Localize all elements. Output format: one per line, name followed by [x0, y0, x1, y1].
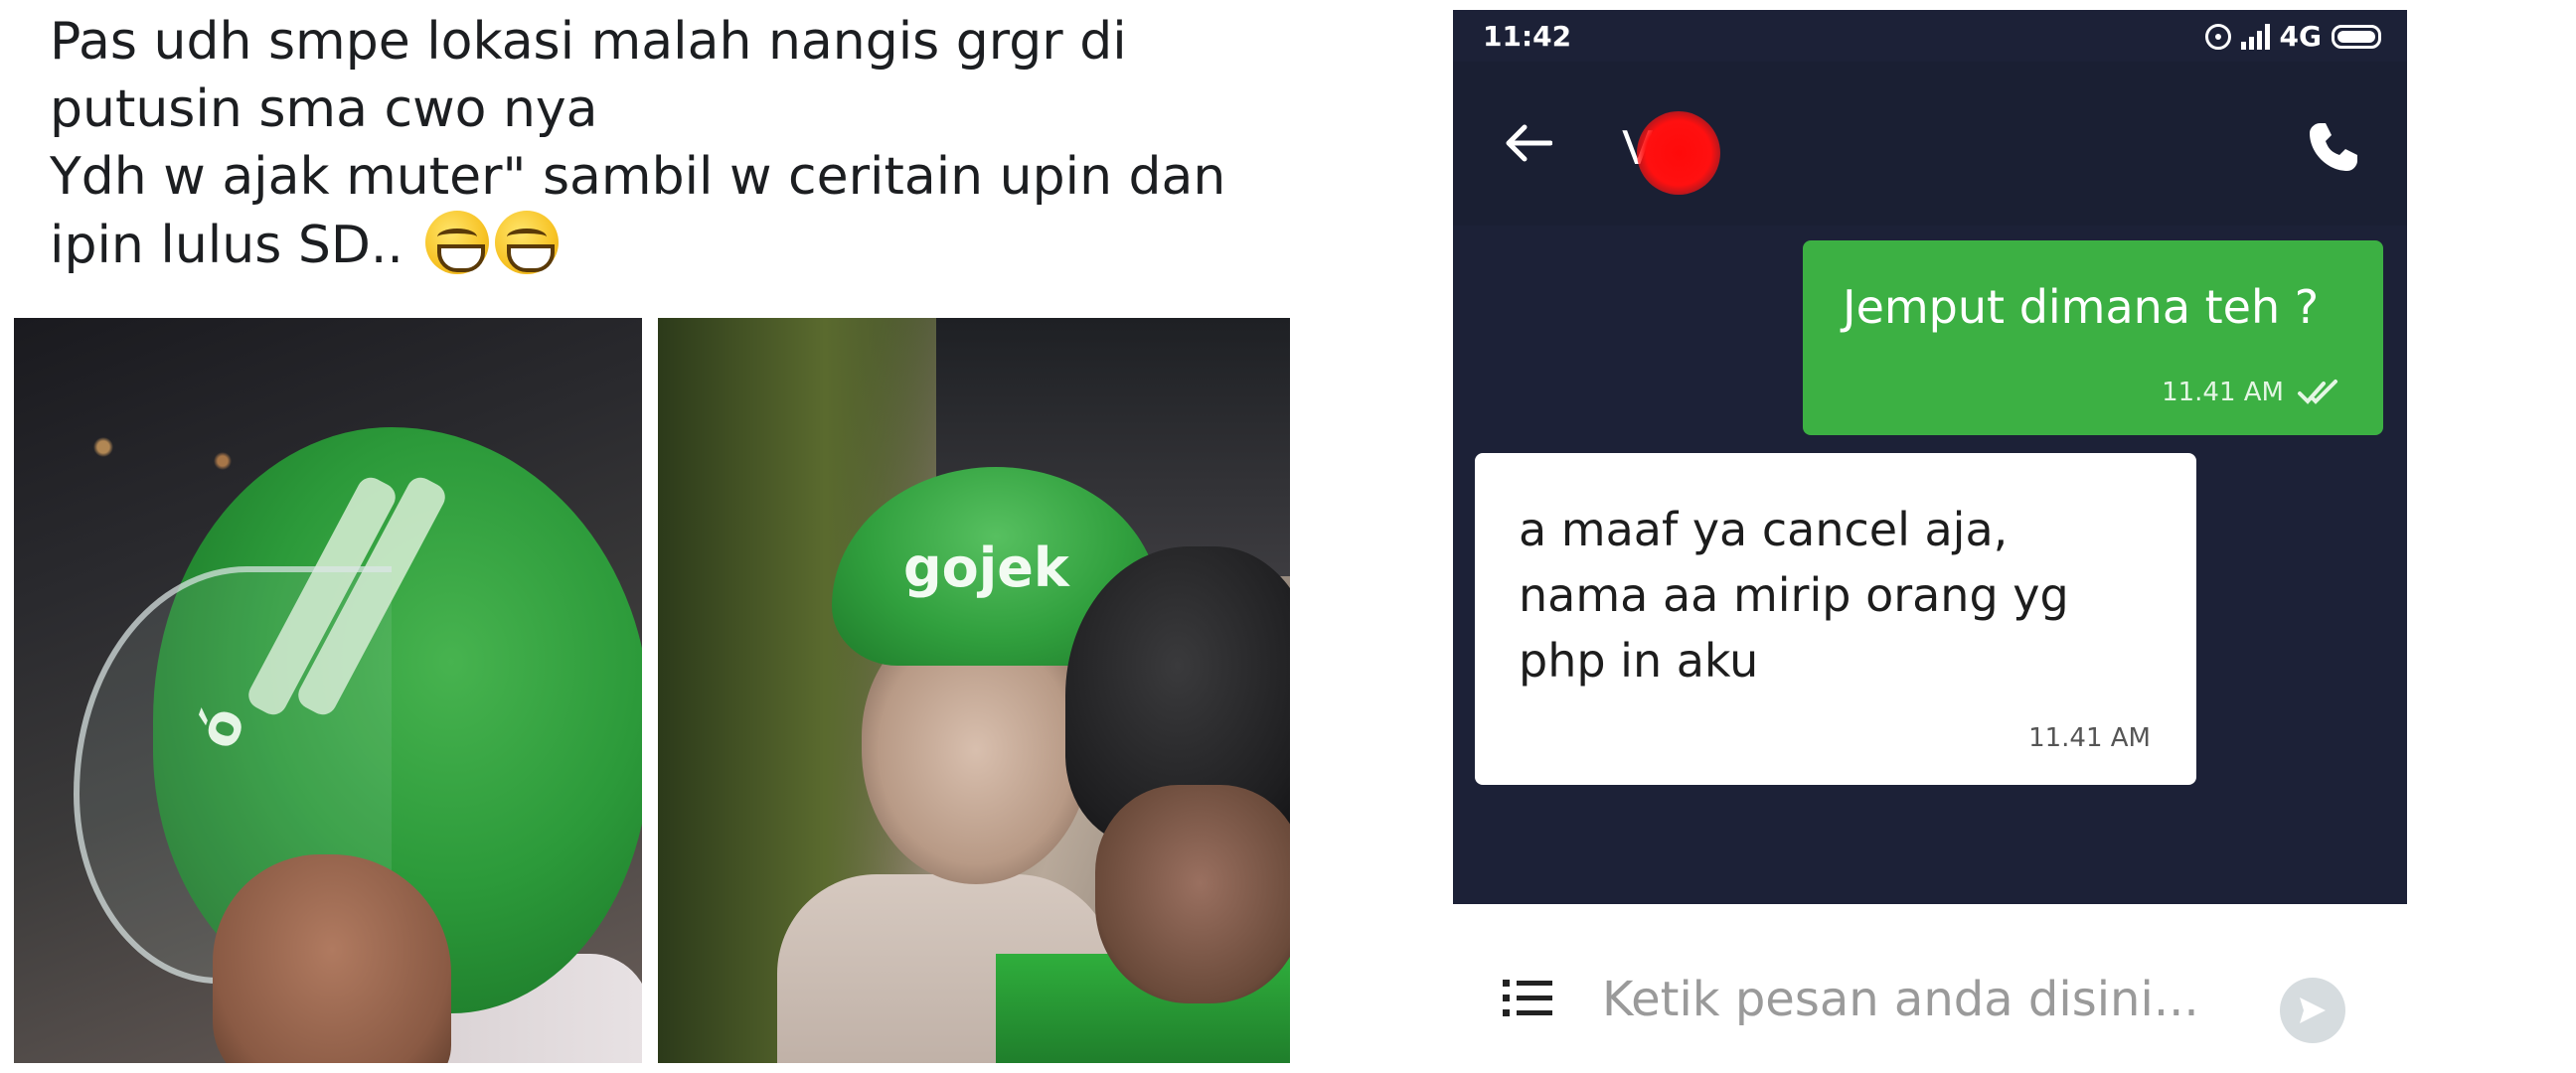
- grinning-squinting-face-icon: [495, 211, 560, 274]
- grinning-squinting-face-icon: [425, 211, 490, 274]
- menu-list-icon[interactable]: [1503, 978, 1552, 1019]
- caption-line: putusin sma cwo nya: [50, 79, 598, 139]
- incoming-message[interactable]: a maaf ya cancel aja, nama aa mirip oran…: [1475, 453, 2196, 785]
- gojek-logo: gojek: [903, 536, 1069, 599]
- social-post: Pas udh smpe lokasi malah nangis grgr di…: [10, 0, 1297, 1073]
- message-time: 11.41 AM: [2028, 723, 2151, 753]
- post-caption: Pas udh smpe lokasi malah nangis grgr di…: [50, 8, 1262, 279]
- battery-icon: [2332, 24, 2381, 49]
- caption-line-last: ipin lulus SD..: [50, 211, 1262, 279]
- status-bar: 11:42 4G: [1453, 10, 2407, 62]
- message-line: a maaf ya cancel aja,: [1519, 503, 2009, 556]
- chat-header: Vira: [1453, 62, 2407, 226]
- chat-screen: 11:42 4G Vira Jemput dimana teh ? 11.4: [1453, 10, 2407, 904]
- caption-line-text: ipin lulus SD..: [50, 216, 403, 275]
- message-line: php in aku: [1519, 634, 1759, 688]
- read-receipt-icon: [2298, 380, 2337, 404]
- signal-icon: [2240, 23, 2270, 50]
- post-photo-selfie[interactable]: gojek: [658, 318, 1290, 1063]
- send-icon: [2300, 997, 2326, 1023]
- caption-line: Ydh w ajak muter" sambil w ceritain upin…: [50, 147, 1226, 207]
- message-text: a maaf ya cancel aja, nama aa mirip oran…: [1519, 497, 2069, 693]
- driver-face: [1095, 785, 1290, 1003]
- message-text: Jemput dimana teh ?: [1843, 280, 2320, 334]
- back-arrow-icon[interactable]: [1503, 123, 1552, 163]
- redaction-mark: [1637, 111, 1720, 195]
- status-icons: 4G: [2204, 20, 2381, 53]
- phone-call-icon[interactable]: [2306, 119, 2361, 175]
- chat-screenshot: 11:42 4G Vira Jemput dimana teh ? 11.4: [1453, 10, 2407, 1073]
- outgoing-message[interactable]: Jemput dimana teh ? 11.41 AM: [1803, 240, 2383, 435]
- message-input[interactable]: [1602, 960, 2218, 1039]
- message-time: 11.41 AM: [2162, 378, 2284, 407]
- status-time: 11:42: [1483, 20, 1572, 53]
- message-input-bar: [1453, 904, 2407, 1073]
- send-button[interactable]: [2280, 978, 2345, 1043]
- network-type: 4G: [2279, 20, 2322, 53]
- caption-line: Pas udh smpe lokasi malah nangis grgr di: [50, 12, 1127, 72]
- hotspot-icon: [2204, 23, 2231, 50]
- message-line: nama aa mirip orang yg: [1519, 568, 2069, 622]
- post-photo-helmet-cover-face[interactable]: ó: [14, 318, 642, 1063]
